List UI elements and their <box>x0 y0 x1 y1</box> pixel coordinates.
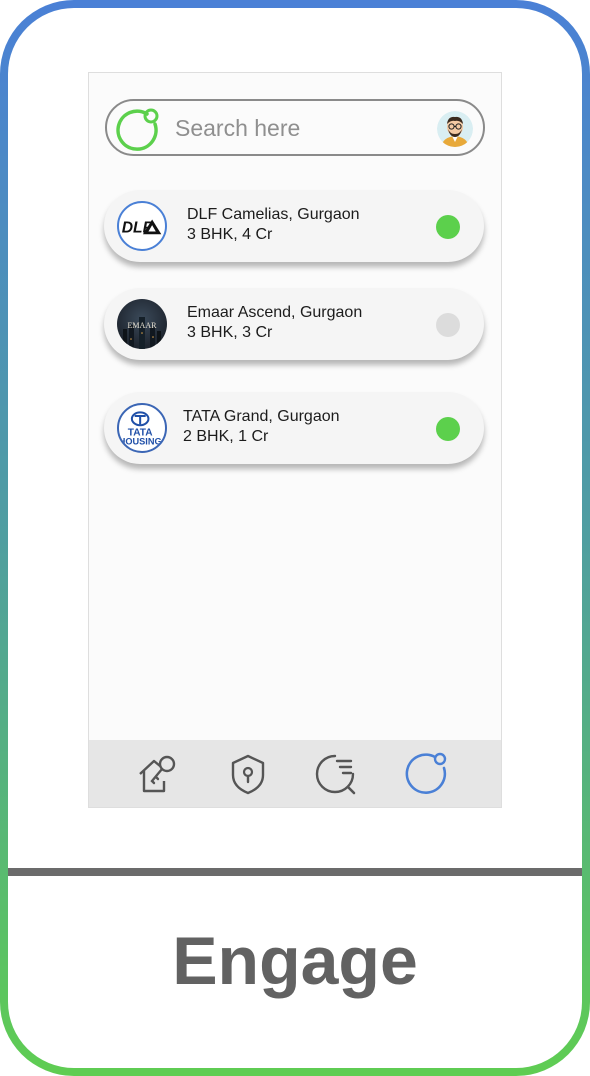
bottom-nav <box>89 740 501 807</box>
listing-detail: 3 BHK, 3 Cr <box>187 324 273 341</box>
listing-name: Emaar Ascend, Gurgaon <box>187 304 363 321</box>
avatar[interactable] <box>437 111 473 147</box>
house-key-icon[interactable] <box>134 751 180 797</box>
status-indicator <box>436 215 460 239</box>
caption-title: Engage <box>172 923 418 999</box>
phone-screen: Search here DLF DLF Camelias, Gurgaon 3 … <box>88 72 502 808</box>
tata-logo: TATA HOUSING <box>117 403 167 453</box>
dlf-logo: DLF <box>117 201 167 251</box>
status-indicator <box>436 313 460 337</box>
svg-text:EMAAR: EMAAR <box>128 321 158 330</box>
listing-detail: 2 BHK, 1 Cr <box>183 428 269 445</box>
engage-ring-icon <box>116 108 159 151</box>
search-list-icon[interactable] <box>313 751 359 797</box>
listing-name: DLF Camelias, Gurgaon <box>187 206 360 223</box>
shield-keyhole-icon[interactable] <box>225 751 271 797</box>
list-item[interactable]: EMAAR Emaar Ascend, Gurgaon 3 BHK, 3 Cr <box>104 288 484 360</box>
engage-ring-icon[interactable] <box>403 751 449 797</box>
listing-detail: 3 BHK, 4 Cr <box>187 226 273 243</box>
emaar-logo: EMAAR <box>117 299 167 349</box>
list-item[interactable]: TATA HOUSING TATA Grand, Gurgaon 2 BHK, … <box>104 392 484 464</box>
search-input[interactable]: Search here <box>175 115 300 142</box>
divider <box>8 868 582 876</box>
search-bar[interactable]: Search here <box>105 99 485 156</box>
list-item[interactable]: DLF DLF Camelias, Gurgaon 3 BHK, 4 Cr <box>104 190 484 262</box>
svg-text:HOUSING: HOUSING <box>119 437 162 447</box>
status-indicator <box>436 417 460 441</box>
listing-name: TATA Grand, Gurgaon <box>183 408 340 425</box>
